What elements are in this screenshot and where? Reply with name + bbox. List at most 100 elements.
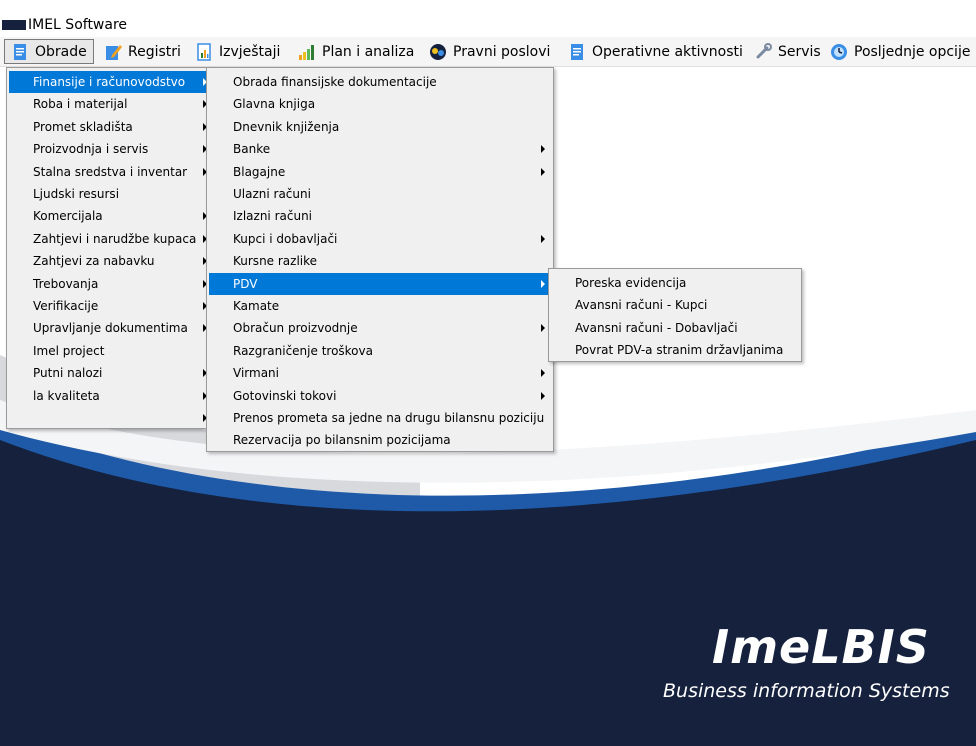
menu2-item[interactable]: Gotovinski tokovi [209,385,551,407]
menu1-item[interactable]: Imel project [9,340,213,362]
menu-item-label: Obrada finansijske dokumentacije [233,75,437,89]
menu1-item[interactable]: Ljudski resursi [9,183,213,205]
menu1-item[interactable]: la kvaliteta [9,385,213,407]
menu2-item[interactable]: Obračun proizvodnje [209,317,551,339]
menu3-item[interactable]: Poreska evidencija [551,272,799,294]
submenu-arrow-icon [541,369,545,378]
menu2-item[interactable]: Banke [209,138,551,160]
menubar-label: Servis [778,43,821,60]
menubar-label: Izvještaji [219,43,281,60]
menubar-item-plan-i-analiza[interactable]: Plan i analiza [292,39,420,64]
menu1-item[interactable]: Zahtjevi i narudžbe kupaca [9,228,213,250]
menu-item-label: Razgraničenje troškova [233,343,373,358]
menubar-item-operativne-aktivnosti[interactable]: Operativne aktivnosti [562,39,749,64]
imel-logo-icon [2,20,26,30]
menu2-item[interactable]: Kupci i dobavljači [209,228,551,250]
recent-icon [830,43,848,61]
obrade-dropdown: Finansije i računovodstvo Roba i materija… [6,67,216,429]
finansije-submenu: Obrada finansijske dokumentacije Glavna k… [206,67,554,452]
menubar-item-obrade[interactable]: Obrade [4,39,94,64]
submenu-arrow-icon [541,324,545,333]
menu-item-label: Verifikacije [33,299,99,313]
menu2-item[interactable]: Kamate [209,295,551,317]
menu2-item[interactable]: Dnevnik knjiženja [209,116,551,138]
menu-item-label: Izlazni računi [233,209,313,224]
menu-item-label: Avansni računi - Dobavljači [575,320,738,335]
menu-item-label: Prenos prometa sa jedne na drugu bilansn… [233,411,545,425]
menu1-item[interactable]: Upravljanje dokumentima [9,317,213,339]
menu1-item[interactable]: Trebovanja [9,273,213,295]
wrench-icon [754,42,772,61]
pdv-submenu: Poreska evidencija Avansni računi - Kupci… [548,268,802,362]
menu2-item[interactable]: Izlazni računi [209,205,551,227]
menu2-item[interactable]: Razgraničenje troškova [209,340,551,362]
menu2-item[interactable]: Ulazni računi [209,183,551,205]
menu1-item[interactable]: Promet skladišta [9,116,213,138]
menubar-label: Pravni poslovi [453,43,551,60]
menu1-item[interactable]: Stalna sredstva i inventar [9,161,213,183]
menu-item-label: Poreska evidencija [575,276,687,290]
report-icon [195,42,213,61]
menu1-item[interactable]: Finansije i računovodstvo [9,71,213,93]
menu2-item[interactable]: Virmani [209,362,551,384]
document-icon [11,43,29,61]
menu1-item[interactable]: Roba i materijal [9,93,213,115]
title-bar: IMEL Software [0,14,976,36]
menu-item-label: Ljudski resursi [33,187,120,201]
menu-item-label: Zahtjevi i narudžbe kupaca [33,231,197,246]
menu-item-label: Kupci i dobavljači [233,231,338,246]
menu2-item[interactable]: Blagajne [209,161,551,183]
menubar-label: Obrade [35,43,87,60]
menu-item-label: Zahtjevi za nabavku [33,254,155,269]
menu1-item[interactable]: Proizvodnja i servis [9,138,213,160]
menubar-item-posljednje-opcije[interactable]: Posljednje opcije [824,39,976,64]
menu-item-label: Trebovanja [33,276,99,291]
menu-item-label: Putni nalozi [33,366,103,381]
menu1-item[interactable]: Verifikacije [9,295,213,317]
menu-item-label: Komercijala [33,209,103,224]
brand-tagline: Business information Systems [663,680,950,702]
menu-item-label: PDV [233,276,258,291]
menubar-item-servis[interactable]: Servis [748,39,827,64]
menu-item-label: Kamate [233,299,280,313]
menu2-item[interactable]: Obrada finansijske dokumentacije [209,71,551,93]
brand-logo: ImeLBIS [712,620,930,674]
menubar-label: Registri [128,43,181,60]
menu1-item[interactable] [9,407,213,429]
document-icon [568,43,586,61]
menu2-item[interactable]: Rezervacija po bilansnim pozicijama [209,429,551,451]
menu2-item[interactable]: Prenos prometa sa jedne na drugu bilansn… [209,407,551,429]
app-title: IMEL Software [28,17,128,33]
menu-item-label: Proizvodnja i servis [33,142,149,157]
menu-item-label: Obračun proizvodnje [233,321,358,336]
menu1-item[interactable]: Putni nalozi [9,362,213,384]
edit-icon [104,43,122,61]
menubar-item-izvjestaji[interactable]: Izvještaji [189,39,286,64]
menu2-item[interactable]: PDV [209,272,551,295]
menu2-item[interactable]: Kursne razlike [209,250,551,272]
menu-bar: Obrade Registri Izvještaji Plan i analiz… [0,37,976,67]
menu-item-label: Povrat PDV-a stranim državljanima [575,343,784,358]
submenu-arrow-icon [541,391,545,400]
menu-item-label: Imel project [33,343,105,358]
menu-item-label: Upravljanje dokumentima [33,321,188,336]
submenu-arrow-icon [541,234,545,243]
menu3-item[interactable]: Povrat PDV-a stranim državljanima [551,339,799,361]
menu-item-label: Promet skladišta [33,119,133,134]
submenu-arrow-icon [541,167,545,176]
menubar-item-registri[interactable]: Registri [98,39,187,64]
submenu-arrow-icon [541,279,545,288]
menu3-item[interactable]: Avansni računi - Dobavljači [551,317,799,339]
menu1-item[interactable]: Komercijala [9,205,213,227]
menu-item-label: Gotovinski tokovi [233,388,337,403]
menu-item-label: Rezervacija po bilansnim pozicijama [233,433,451,448]
menu3-item[interactable]: Avansni računi - Kupci [551,294,799,316]
menubar-label: Posljednje opcije [854,43,971,60]
menu-item-label: Stalna sredstva i inventar [33,164,188,179]
menubar-item-pravni-poslovi[interactable]: Pravni poslovi [423,39,556,64]
legal-icon [429,43,447,61]
menu-item-label: Roba i materijal [33,97,128,112]
submenu-arrow-icon [541,145,545,154]
menu2-item[interactable]: Glavna knjiga [209,93,551,115]
menu1-item[interactable]: Zahtjevi za nabavku [9,250,213,272]
